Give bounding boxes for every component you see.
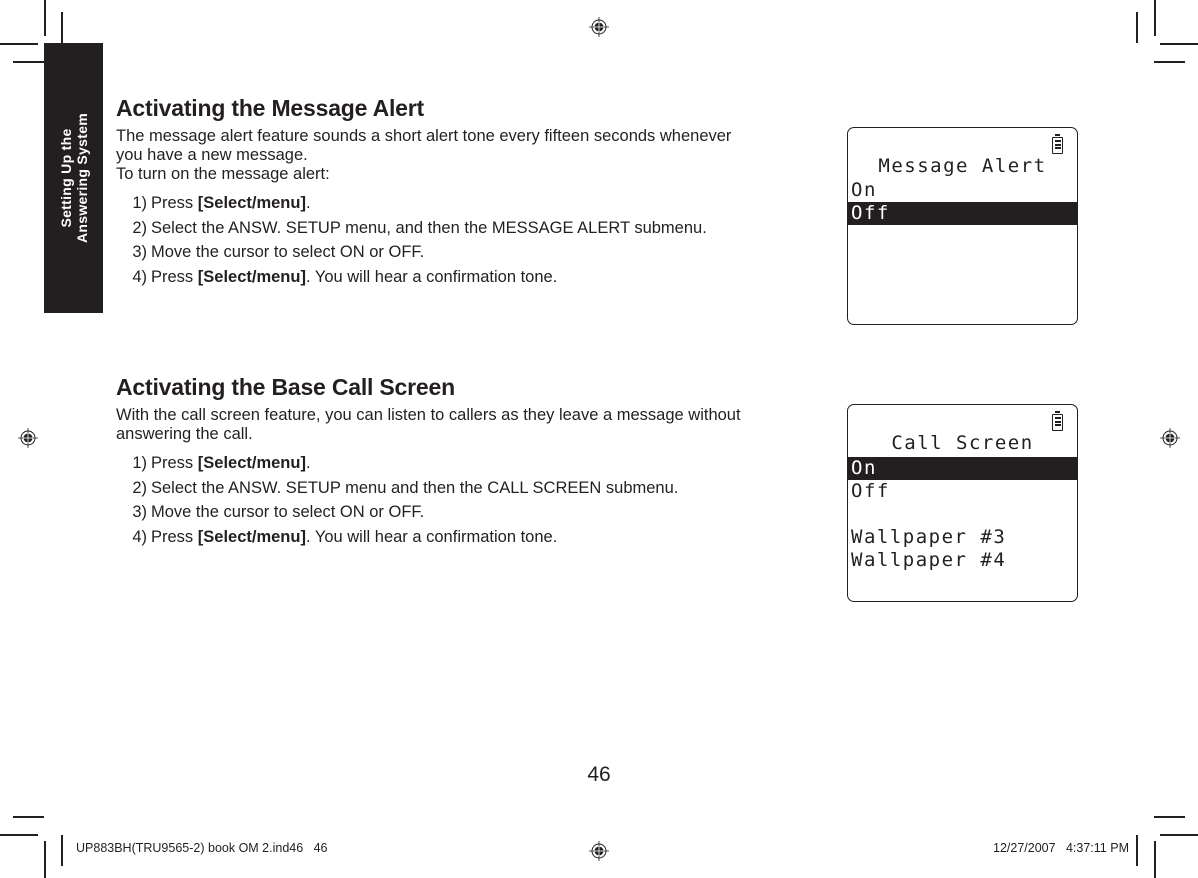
step-item: 4) Press [Select/menu]. You will hear a c… [132,267,558,286]
intro-line: answering the call. [116,425,253,443]
steps-list-call-screen: 1) Press [Select/menu]. 2) Select the ANSW… [116,451,678,549]
intro-line: To turn on the message alert: [116,165,330,183]
slug-file-info: UP883BH(TRU9565-2) book OM 2.ind46 46 [76,841,328,855]
crop-mark [0,834,38,836]
step-item: 3) Move the cursor to select ON or OFF. [132,243,425,261]
registration-mark-icon [1160,428,1180,448]
step-item: 1) Press [Select/menu]. [132,194,311,212]
key-label: [Select/menu] [197,194,306,212]
steps-list-message-alert: 1) Press [Select/menu]. 2) Select the ANSW… [116,191,707,289]
step-item: 2) Select the ANSW. SETUP menu, and then … [132,218,707,237]
lcd-option-wallpaper-4: Wallpaper #4 [851,549,1007,571]
lcd-option-on: On [851,179,877,201]
crop-mark [44,841,46,878]
page-number: 46 [587,763,611,786]
step-item: 1) Press [Select/menu]. [132,454,311,472]
crop-mark [1154,0,1156,36]
registration-mark-icon [18,428,38,448]
intro-line: The message alert feature sounds a short… [116,127,732,145]
lcd-screen-call-screen: Call Screen On Off Wallpaper #3 Wallpape… [847,404,1078,602]
side-tab-line-2: Answering System [74,112,90,244]
lcd-option-on-selected: On [848,457,1077,480]
lcd-option-off-selected: Off [848,202,1077,225]
crop-mark [1160,43,1198,45]
section-intro-message-alert: The message alert feature sounds a short… [116,127,731,184]
key-label: [Select/menu] [197,267,306,286]
crop-mark [61,12,63,43]
lcd-blank-row [848,503,1077,526]
crop-mark [44,0,46,36]
crop-mark [1136,12,1138,43]
step-item: 3) Move the cursor to select ON or OFF. [132,503,425,521]
section-intro-call-screen: With the call screen feature, you can li… [116,406,741,444]
crop-mark [1154,841,1156,878]
lcd-screen-message-alert: Message Alert On Off [847,127,1078,325]
section-heading-message-alert: Activating the Message Alert [116,95,424,121]
intro-line: you have a new message. [116,146,308,164]
lcd-option-wallpaper-3: Wallpaper #3 [851,526,1007,548]
intro-line: With the call screen feature, you can li… [116,406,741,424]
lcd-title: Message Alert [878,155,1047,177]
crop-mark [1154,816,1185,818]
crop-mark [1160,834,1198,836]
crop-mark [61,835,63,866]
crop-mark [1136,835,1138,866]
slug-timestamp: 12/27/2007 4:37:11 PM [993,841,1129,855]
section-heading-call-screen: Activating the Base Call Screen [116,374,455,400]
key-label: [Select/menu] [197,454,306,472]
side-tab-line-1: Setting Up the [58,128,74,228]
crop-mark [0,43,38,45]
step-item: 4) Press [Select/menu]. You will hear a c… [132,527,558,546]
section-side-tab-label: Setting Up the Answering System [58,113,90,243]
key-label: [Select/menu] [197,527,306,546]
battery-icon [1052,411,1063,431]
battery-icon [1052,134,1063,154]
crop-mark [13,61,44,63]
lcd-title: Call Screen [891,432,1034,454]
registration-mark-icon [589,841,609,861]
registration-mark-icon [589,17,609,37]
crop-mark [1154,61,1185,63]
crop-mark [13,816,44,818]
step-item: 2) Select the ANSW. SETUP menu and then t… [132,478,679,497]
lcd-option-off: Off [851,480,890,502]
